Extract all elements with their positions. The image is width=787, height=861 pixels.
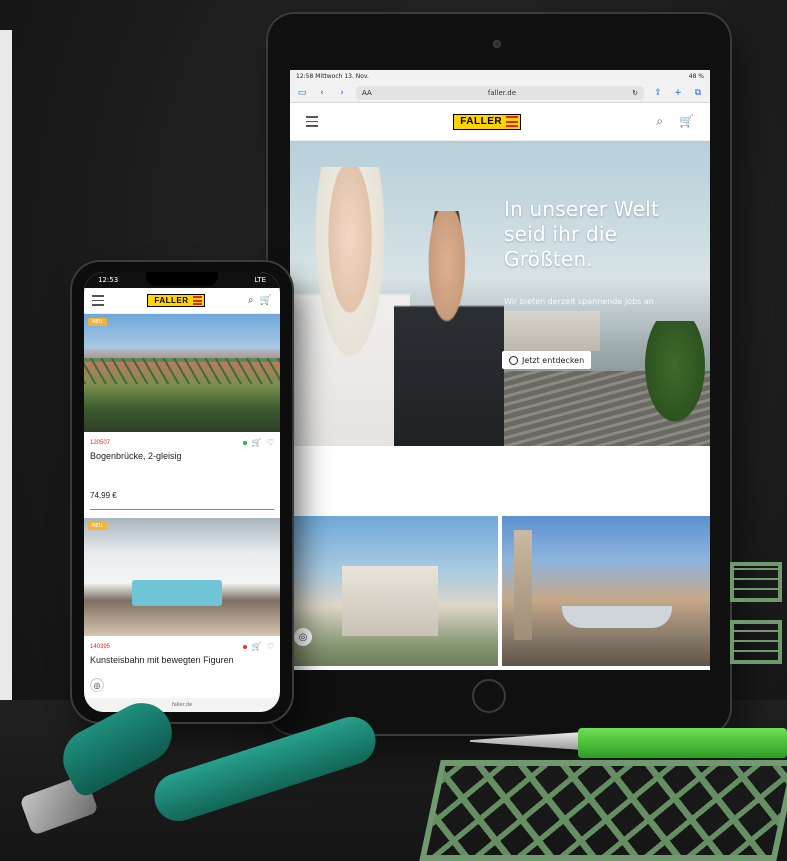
- wishlist-heart-icon[interactable]: ♡: [267, 438, 274, 447]
- article-number: 140395: [90, 643, 111, 650]
- address-domain: faller.de: [487, 88, 517, 97]
- tablet-status-bar: 12:58 Mittwoch 13. Nov. 48 %: [290, 70, 710, 83]
- phone-faller-logo[interactable]: FALLER: [147, 294, 205, 307]
- wishlist-heart-icon[interactable]: ♡: [267, 642, 274, 651]
- model-kit-part: [730, 620, 782, 664]
- reload-icon[interactable]: ↻: [632, 89, 638, 97]
- left-wall-panel: [0, 30, 12, 722]
- phone-network: LTE: [254, 276, 266, 284]
- phone-cart-icon[interactable]: 🛒: [260, 295, 272, 306]
- product-price: 74,99 €: [90, 491, 117, 500]
- phone-logo-stripes: [192, 296, 202, 305]
- new-badge: NEU: [88, 318, 107, 326]
- tablet-screen: 12:58 Mittwoch 13. Nov. 48 % ▭ ‹ › AA fa…: [290, 70, 710, 670]
- tablet-home-button[interactable]: [472, 679, 506, 713]
- tablet-status-time: 12:58: [296, 73, 314, 80]
- craft-knife-handle: [578, 728, 787, 758]
- hero-subline: Wir bieten derzeit spannende Jobs an: [504, 297, 654, 306]
- card-divider: [90, 509, 274, 510]
- phone-url-bar[interactable]: faller.de: [84, 698, 280, 712]
- hero-woman-photo: [290, 167, 410, 446]
- phone-screen: 12:53 LTE FALLER ⌕ 🛒 NEU 120507 🛒 ♡ Boge…: [84, 272, 280, 712]
- new-badge: NEU: [88, 522, 107, 530]
- back-icon[interactable]: ‹: [316, 88, 328, 98]
- model-kit-sprue-frame: [419, 760, 787, 861]
- logo-stripes: [506, 116, 519, 127]
- tabs-icon[interactable]: ⧉: [692, 88, 704, 98]
- phone-notch: [146, 272, 218, 286]
- phone-search-icon[interactable]: ⌕: [248, 295, 254, 306]
- tablet-battery: 48 %: [688, 73, 704, 80]
- text-size-button[interactable]: AA: [362, 89, 372, 97]
- address-bar[interactable]: AA faller.de ↻: [356, 85, 644, 100]
- cart-icon[interactable]: 🛒: [679, 114, 694, 129]
- sidebar-icon[interactable]: ▭: [296, 88, 308, 98]
- category-tiles: ◎: [290, 516, 710, 666]
- forward-icon[interactable]: ›: [336, 88, 348, 98]
- phone-status-time: 12:53: [98, 276, 119, 284]
- site-header: FALLER ⌕ 🛒: [290, 103, 710, 141]
- model-ice-rink: [132, 580, 222, 606]
- model-ship: [562, 606, 672, 628]
- phone-fingerprint-icon[interactable]: ◎: [90, 678, 104, 692]
- product-image-bridge[interactable]: NEU: [84, 314, 280, 432]
- product-image-ice-rink[interactable]: NEU: [84, 518, 280, 636]
- arrow-circle-icon: [509, 355, 518, 365]
- tile-modern-buildings[interactable]: ◎: [290, 516, 498, 666]
- tile-harbour-lighthouse[interactable]: [502, 516, 710, 666]
- hero-headline: In unserer Welt seid ihr die Größten.: [504, 197, 659, 271]
- faller-logo[interactable]: FALLER: [453, 113, 522, 130]
- fingerprint-icon[interactable]: ◎: [294, 628, 312, 646]
- phone-logo-text: FALLER: [154, 296, 189, 305]
- phone-device: 12:53 LTE FALLER ⌕ 🛒 NEU 120507 🛒 ♡ Boge…: [72, 262, 292, 722]
- hero-cta-label: Jetzt entdecken: [522, 355, 585, 365]
- model-kit-part: [730, 562, 782, 602]
- logo-text: FALLER: [460, 116, 503, 127]
- menu-icon[interactable]: [306, 116, 318, 127]
- new-tab-icon[interactable]: +: [672, 88, 684, 98]
- model-trees: [640, 321, 710, 431]
- hero-man-photo: [394, 211, 504, 446]
- content-spacer: [290, 446, 710, 516]
- browser-toolbar: ▭ ‹ › AA faller.de ↻ ⇪ + ⧉: [290, 83, 710, 103]
- add-to-cart-icon[interactable]: 🛒: [252, 438, 262, 447]
- availability-dot: [242, 644, 247, 649]
- tablet-status-date: Mittwoch 13. Nov.: [315, 73, 369, 80]
- model-bridge: [84, 358, 280, 384]
- article-number: 120507: [90, 439, 111, 446]
- phone-site-header: FALLER ⌕ 🛒: [84, 288, 280, 314]
- share-icon[interactable]: ⇪: [652, 88, 664, 98]
- product-card[interactable]: NEU 140395 🛒 ♡ Kunsteisbahn mit bewegten…: [84, 518, 280, 665]
- phone-menu-icon[interactable]: [92, 295, 104, 306]
- availability-dot: [242, 440, 247, 445]
- product-card[interactable]: NEU 120507 🛒 ♡ Bogenbrücke, 2-gleisig 74…: [84, 314, 280, 510]
- product-title[interactable]: Bogenbrücke, 2-gleisig: [84, 447, 280, 461]
- hero-banner: In unserer Welt seid ihr die Größten. Wi…: [290, 141, 710, 446]
- product-title[interactable]: Kunsteisbahn mit bewegten Figuren: [84, 651, 280, 665]
- hero-cta-button[interactable]: Jetzt entdecken: [502, 351, 592, 369]
- tablet-device: 12:58 Mittwoch 13. Nov. 48 % ▭ ‹ › AA fa…: [268, 14, 730, 734]
- model-lighthouse: [514, 530, 532, 640]
- search-icon[interactable]: ⌕: [656, 114, 663, 129]
- model-building: [342, 566, 438, 636]
- tablet-camera: [493, 40, 501, 48]
- add-to-cart-icon[interactable]: 🛒: [252, 642, 262, 651]
